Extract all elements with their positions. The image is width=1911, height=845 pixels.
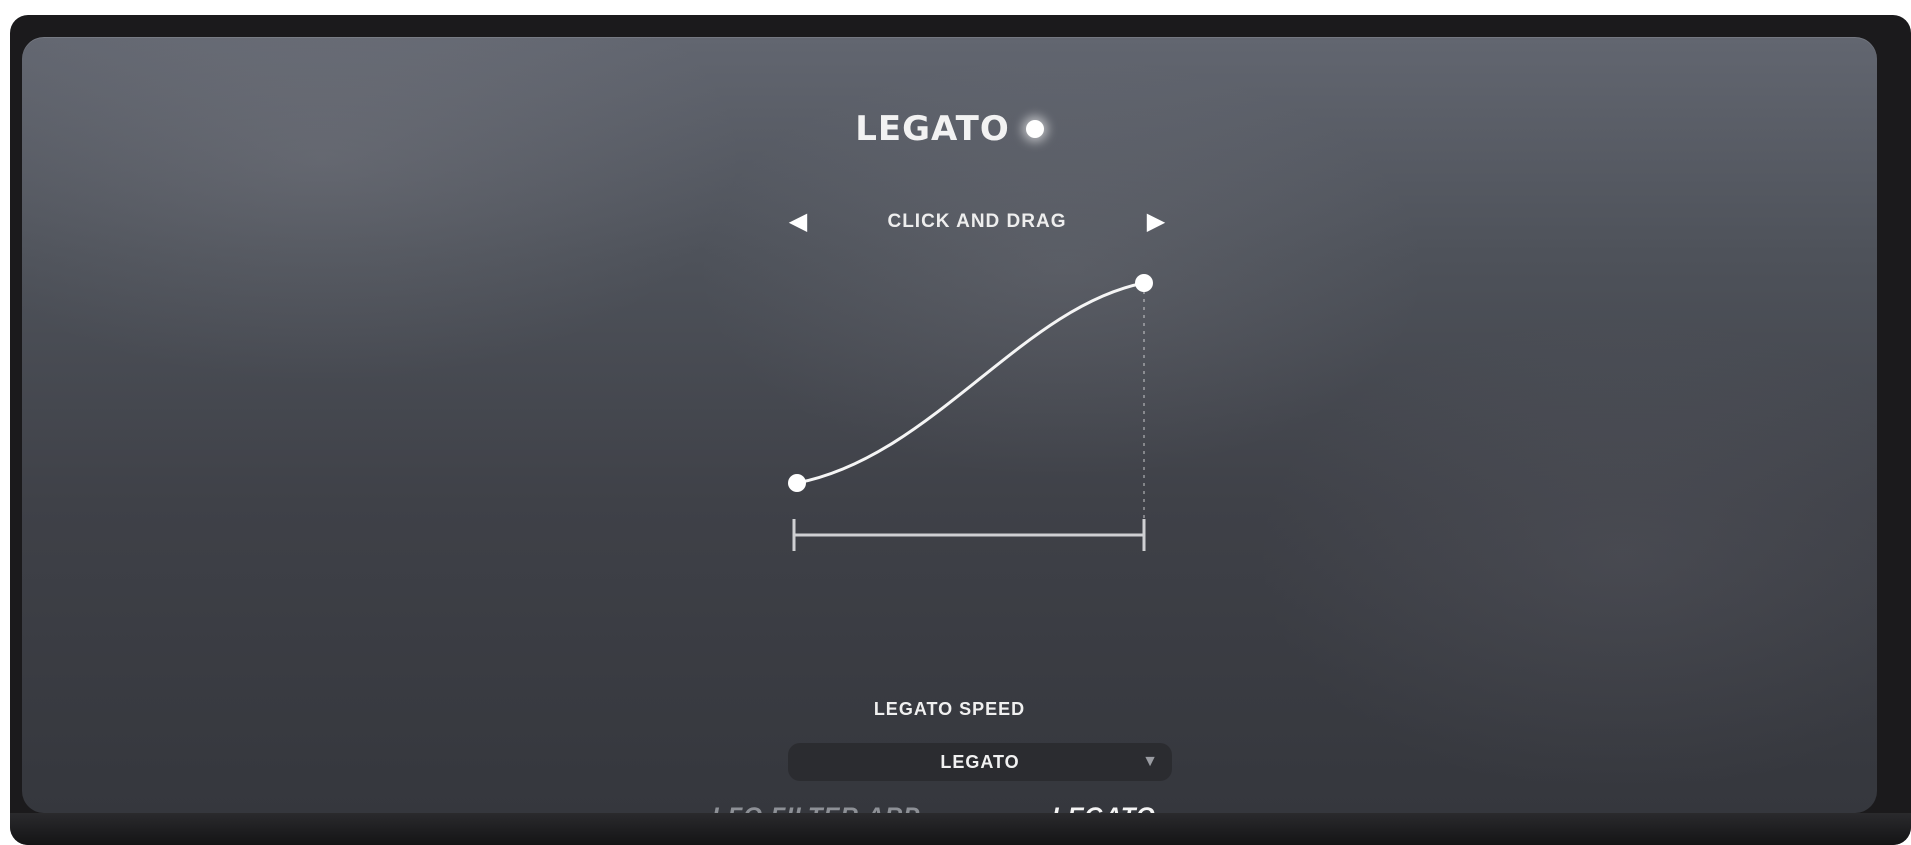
curve-end-handle[interactable] (1135, 274, 1153, 292)
legato-curve-line[interactable] (796, 281, 1145, 485)
click-and-drag-label: CLICK AND DRAG (887, 211, 1067, 232)
legato-speed-label: LEGATO SPEED (873, 699, 1026, 719)
curve-start-handle[interactable] (788, 474, 806, 492)
bottom-strip (10, 813, 1911, 845)
triangle-left-icon[interactable]: ◀ (782, 210, 814, 234)
triangle-down-icon: ▼ (1142, 753, 1158, 770)
legato-curve-editor[interactable] (782, 267, 1172, 567)
page-tabs: LFO.FILTER.ARP LEGATO (22, 803, 1877, 813)
curve-selector: ◀ CLICK AND DRAG ▶ (782, 205, 1172, 239)
window-frame: LEGATO ◀ CLICK AND DRAG ▶ LEGATO SPEED L… (10, 15, 1911, 845)
legato-speed-dropdown[interactable]: LEGATO ▼ (788, 743, 1172, 781)
legato-speed-value: LEGATO (940, 751, 1020, 772)
legato-enable-led[interactable] (1025, 120, 1044, 138)
tab-legato[interactable]: LEGATO (1052, 803, 1156, 813)
panel-title-row: LEGATO (22, 109, 1877, 149)
tab-lfo-filter-arp[interactable]: LFO.FILTER.ARP (712, 803, 920, 813)
triangle-right-icon[interactable]: ▶ (1140, 210, 1172, 234)
legato-panel: LEGATO ◀ CLICK AND DRAG ▶ LEGATO SPEED L… (22, 37, 1877, 813)
panel-title: LEGATO (855, 109, 1010, 149)
